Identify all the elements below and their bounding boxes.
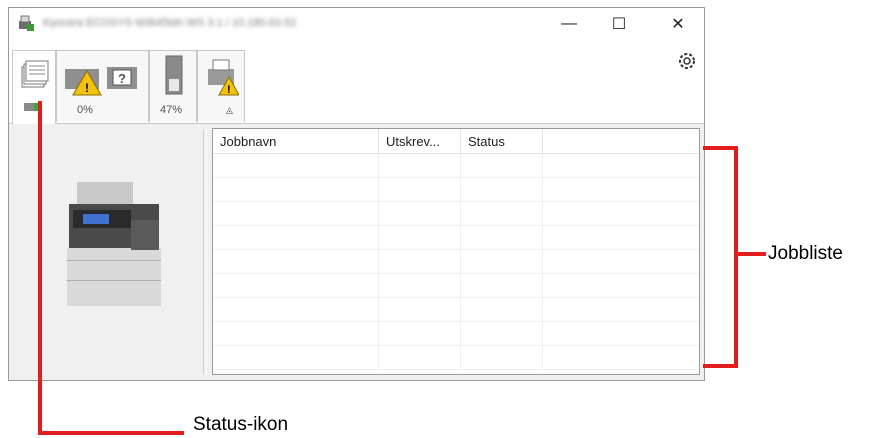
table-cell [461,274,543,298]
jobbliste-bracket-bottom [703,364,738,368]
minimize-button[interactable]: — [546,8,592,40]
table-cell [379,250,461,274]
column-status[interactable]: Status [461,129,543,154]
job-list-header: Jobbnavn Utskrev... Status [213,129,699,154]
table-cell [379,226,461,250]
status-icon-callout-vertical [38,101,42,435]
table-cell [543,274,699,298]
jobbliste-bracket-vertical [734,146,738,368]
table-cell [543,202,699,226]
table-cell [461,250,543,274]
paper-tray-icon [165,55,183,95]
table-cell [379,178,461,202]
svg-text:!: ! [227,84,231,96]
table-cell [213,298,379,322]
paper-percentage: 47% [160,104,183,116]
table-row[interactable] [213,346,699,370]
device-warning-tab[interactable]: ! [197,50,245,122]
toner-status-tab[interactable]: ! ? 0% [56,50,149,122]
status-icon-label: Status-ikon [193,414,289,435]
maximize-button[interactable]: ☐ [596,8,642,40]
table-row[interactable] [213,322,699,346]
column-printed[interactable]: Utskrev... [379,129,461,154]
status-toolbar: ! ? 0% 47% ! ◬ [9,40,704,124]
table-row[interactable] [213,226,699,250]
table-row[interactable] [213,250,699,274]
svg-text:!: ! [85,81,89,95]
table-cell [213,178,379,202]
table-cell [543,322,699,346]
pane-divider[interactable] [203,130,207,374]
table-cell [379,154,461,178]
table-cell [213,346,379,370]
table-cell [543,178,699,202]
column-empty [543,129,699,154]
table-cell [461,298,543,322]
table-cell [379,202,461,226]
column-job-name[interactable]: Jobbnavn [213,129,379,154]
printer-device-image [67,182,161,306]
table-cell [461,226,543,250]
printer-warning-icon: ! [208,59,239,96]
status-monitor-window: Kyocera ECOSYS M3645idn WS 3.1 / 10.180.… [8,7,705,381]
close-button[interactable]: ✕ [655,8,701,40]
jobbliste-bracket-top [703,146,738,150]
collapse-toolbar-icon[interactable]: ◬ [226,105,233,116]
window-title: Kyocera ECOSYS M3645idn WS 3.1 / 10.180.… [43,17,297,29]
table-cell [379,274,461,298]
table-cell [213,250,379,274]
toner-percentage: 0% [77,104,93,116]
job-list-tab[interactable] [12,50,56,124]
table-cell [213,202,379,226]
table-cell [379,298,461,322]
table-cell [461,346,543,370]
jobbliste-pointer [738,252,766,256]
title-bar[interactable]: Kyocera ECOSYS M3645idn WS 3.1 / 10.180.… [9,8,704,40]
toner-warning-icon: ! ? [65,67,137,96]
table-cell [379,346,461,370]
table-cell [213,274,379,298]
table-cell [213,322,379,346]
printer-app-icon [19,15,34,31]
table-cell [461,178,543,202]
job-list: Jobbnavn Utskrev... Status [212,128,700,375]
table-cell [213,226,379,250]
table-cell [543,250,699,274]
table-cell [543,226,699,250]
gear-icon[interactable] [676,50,698,72]
table-cell [543,298,699,322]
table-cell [461,154,543,178]
paper-level-tab[interactable]: 47% [149,50,197,122]
table-row[interactable] [213,202,699,226]
table-cell [461,322,543,346]
status-icon-callout-horizontal [38,431,184,435]
table-row[interactable] [213,298,699,322]
table-row[interactable] [213,274,699,298]
table-cell [461,202,543,226]
table-cell [543,346,699,370]
svg-text:?: ? [118,71,126,86]
table-cell [379,322,461,346]
table-cell [543,154,699,178]
table-row[interactable] [213,178,699,202]
table-cell [213,154,379,178]
table-row[interactable] [213,154,699,178]
stacked-pages-icon [21,60,49,88]
jobbliste-label: Jobbliste [768,243,843,264]
